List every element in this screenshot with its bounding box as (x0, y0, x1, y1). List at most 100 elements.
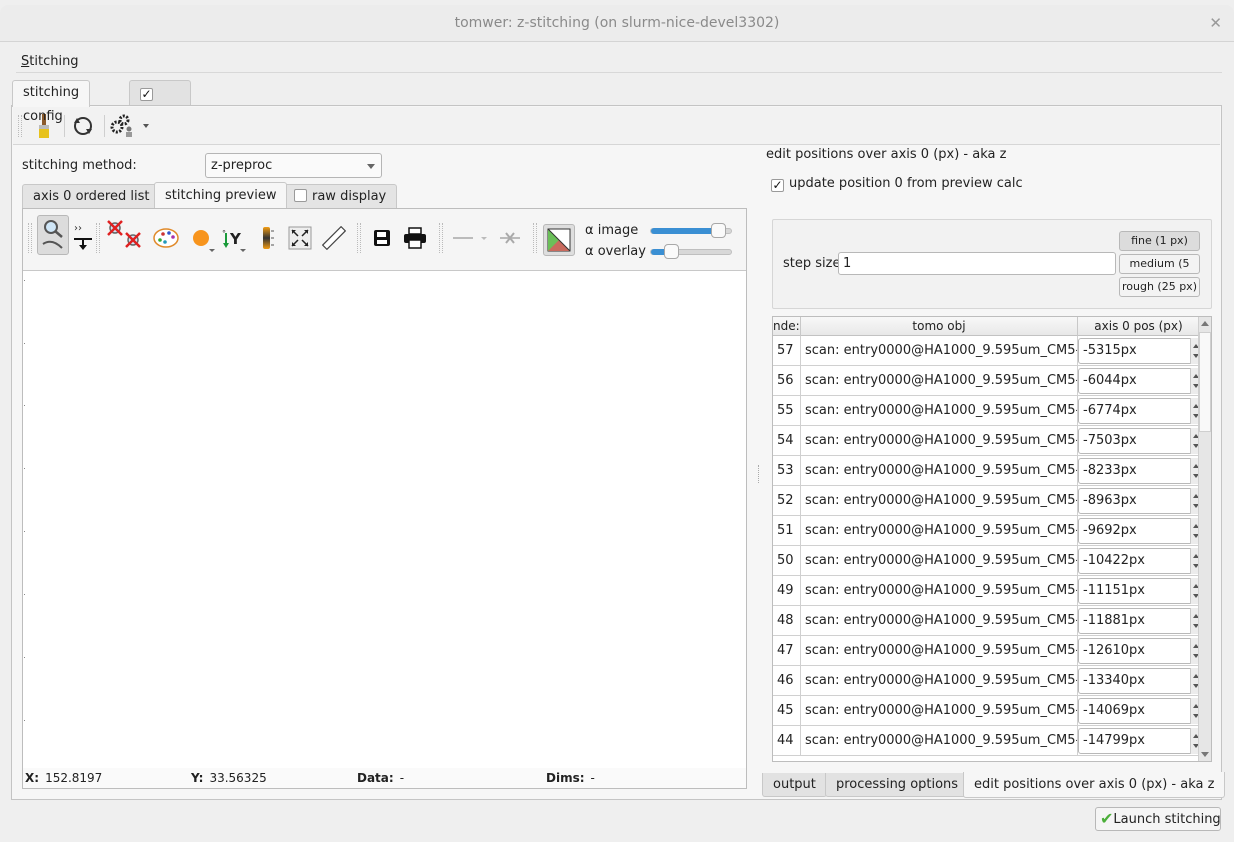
axis-pos-spinbox[interactable]: -13340px (1078, 668, 1193, 694)
tab-edit-positions[interactable]: edit positions over axis 0 (px) - aka z (963, 772, 1226, 798)
menu-stitching[interactable]: Stitching (16, 52, 84, 72)
axis-pos-spinbox[interactable]: -10422px (1078, 548, 1193, 574)
table-vertical-scrollbar[interactable] (1198, 317, 1211, 761)
step-size-input[interactable]: 1 (838, 252, 1116, 275)
axis-pos-spinbox[interactable]: -11881px (1078, 608, 1193, 634)
row-tomo-obj[interactable]: scan: entry0000@HA1000_9.595um_CM5-... (801, 636, 1078, 666)
update-position-checkbox[interactable]: ✓ (771, 179, 784, 192)
row-tomo-obj[interactable]: scan: entry0000@HA1000_9.595um_CM5-... (801, 726, 1078, 756)
tab-stitching-config[interactable]: stitching config (12, 80, 91, 124)
settings-gears-icon[interactable] (109, 111, 151, 141)
raw-display-checkbox[interactable] (294, 189, 307, 202)
row-tomo-obj[interactable]: scan: entry0000@HA1000_9.595um_CM5-... (801, 456, 1078, 486)
refresh-update-icon[interactable] (69, 111, 97, 141)
rough-step-button[interactable]: rough (25 px) (1119, 277, 1200, 297)
table-row[interactable]: 50 scan: entry0000@HA1000_9.595um_CM5-...… (773, 546, 1199, 576)
toolbar-grip[interactable] (18, 115, 22, 137)
axis-pos-spinbox[interactable]: -12610px (1078, 638, 1193, 664)
tab-stitching-preview[interactable]: stitching preview (154, 182, 288, 208)
row-tomo-obj[interactable]: scan: entry0000@HA1000_9.595um_CM5-... (801, 696, 1078, 726)
toolbar-grip[interactable] (28, 223, 32, 253)
colormap-palette-icon[interactable] (151, 223, 181, 253)
table-row[interactable]: 49 scan: entry0000@HA1000_9.595um_CM5-...… (773, 576, 1199, 606)
alpha-image-slider-handle[interactable] (711, 223, 727, 238)
stitching-method-select[interactable]: z-preproc (205, 153, 382, 178)
tab-output[interactable]: output (762, 773, 827, 797)
axis-pos-spinbox[interactable]: -5315px (1078, 338, 1193, 364)
fit-view-icon[interactable] (287, 223, 313, 253)
row-tomo-obj[interactable]: scan: entry0000@HA1000_9.595um_CM5-... (801, 366, 1078, 396)
toolbar-grip[interactable] (533, 223, 537, 253)
table-row[interactable] (773, 756, 1199, 761)
row-tomo-obj[interactable]: scan: entry0000@HA1000_9.595um_CM5-... (801, 546, 1078, 576)
column-header-axis-pos[interactable]: axis 0 pos (px) (1078, 317, 1199, 336)
row-tomo-obj[interactable]: scan: entry0000@HA1000_9.595um_CM5-... (801, 606, 1078, 636)
alpha-overlay-slider-handle[interactable] (664, 244, 679, 259)
table-row[interactable]: 56 scan: entry0000@HA1000_9.595um_CM5-...… (773, 366, 1199, 396)
table-row[interactable]: 45 scan: entry0000@HA1000_9.595um_CM5-...… (773, 696, 1199, 726)
row-tomo-obj[interactable]: scan: entry0000@HA1000_9.595um_CM5-... (801, 396, 1078, 426)
launch-stitching-button[interactable]: ✔Launch stitching (1095, 807, 1221, 831)
overlay-mask-icon[interactable] (543, 224, 575, 256)
plot-canvas[interactable] (23, 271, 746, 768)
row-tomo-obj[interactable]: scan: entry0000@HA1000_9.595um_CM5-... (801, 486, 1078, 516)
print-icon[interactable] (401, 223, 429, 253)
row-tomo-obj[interactable]: scan: entry0000@HA1000_9.595um_CM5-... (801, 336, 1078, 366)
table-row[interactable]: 52 scan: entry0000@HA1000_9.595um_CM5-...… (773, 486, 1199, 516)
toolbar-grip[interactable] (439, 223, 443, 253)
table-row[interactable]: 47 scan: entry0000@HA1000_9.595um_CM5-...… (773, 636, 1199, 666)
tab-axis-0-ordered-list[interactable]: axis 0 ordered list (22, 184, 161, 209)
update-position-checkbox-row[interactable]: ✓ update position 0 from preview calc (771, 176, 1023, 192)
marker-color-icon[interactable] (189, 223, 217, 253)
toolbar-grip[interactable] (357, 223, 361, 253)
axis-pos-spinbox[interactable]: -6774px (1078, 398, 1193, 424)
y-axis-invert-icon[interactable]: ° Y (221, 223, 249, 253)
axis-pos-spinbox[interactable]: -8963px (1078, 488, 1193, 514)
splitter-handle[interactable] (758, 465, 760, 483)
tab-slurm-config[interactable]: ✓slurm config (129, 80, 191, 148)
table-row[interactable]: 53 scan: entry0000@HA1000_9.595um_CM5-...… (773, 456, 1199, 486)
table-row[interactable]: 48 scan: entry0000@HA1000_9.595um_CM5-...… (773, 606, 1199, 636)
scrollbar-thumb[interactable] (1199, 332, 1211, 432)
fine-step-button[interactable]: fine (1 px) (1119, 231, 1200, 251)
axis-pos-spinbox[interactable]: -14799px (1078, 728, 1193, 754)
alpha-image-label: α image (585, 223, 639, 238)
y-readout: Y: 33.56325 (191, 771, 267, 785)
close-icon[interactable]: ✕ (1209, 5, 1222, 42)
alpha-overlay-slider[interactable] (650, 244, 732, 259)
table-row[interactable]: 44 scan: entry0000@HA1000_9.595um_CM5-...… (773, 726, 1199, 756)
table-row[interactable]: 57 scan: entry0000@HA1000_9.595um_CM5-...… (773, 336, 1199, 366)
pan-mode-icon[interactable]: ›› (71, 219, 95, 253)
tab-raw-display[interactable]: raw display (283, 184, 398, 209)
column-header-index[interactable]: nde: (773, 317, 801, 336)
axis-pos-spinbox[interactable]: -9692px (1078, 518, 1193, 544)
toolbar-grip[interactable] (96, 223, 100, 253)
row-tomo-obj[interactable]: scan: entry0000@HA1000_9.595um_CM5-... (801, 516, 1078, 546)
colorbar-icon[interactable] (257, 223, 279, 253)
table-row[interactable]: 51 scan: entry0000@HA1000_9.595um_CM5-...… (773, 516, 1199, 546)
row-tomo-obj[interactable]: scan: entry0000@HA1000_9.595um_CM5-... (801, 426, 1078, 456)
zoom-mode-icon[interactable] (37, 215, 69, 255)
scroll-up-arrow-icon[interactable] (1201, 321, 1209, 326)
axis-pos-spinbox[interactable]: -8233px (1078, 458, 1193, 484)
ruler-icon[interactable] (321, 223, 347, 253)
reset-zoom-icon[interactable] (105, 219, 143, 253)
row-tomo-obj[interactable]: scan: entry0000@HA1000_9.595um_CM5-... (801, 666, 1078, 696)
alpha-image-slider[interactable] (650, 223, 732, 238)
slurm-config-checkbox[interactable]: ✓ (140, 88, 153, 101)
table-row[interactable]: 46 scan: entry0000@HA1000_9.595um_CM5-...… (773, 666, 1199, 696)
tab-processing-options[interactable]: processing options (825, 773, 970, 797)
toolbar-separator (104, 115, 105, 137)
row-tomo-obj[interactable]: scan: entry0000@HA1000_9.595um_CM5-... (801, 576, 1078, 606)
table-row[interactable]: 55 scan: entry0000@HA1000_9.595um_CM5-...… (773, 396, 1199, 426)
scroll-down-arrow-icon[interactable] (1201, 752, 1209, 757)
axis-pos-spinbox[interactable]: -11151px (1078, 578, 1193, 604)
medium-step-button[interactable]: medium (5 px) (1119, 254, 1200, 288)
axis-pos-spinbox[interactable]: -7503px (1078, 428, 1193, 454)
column-header-tomo-obj[interactable]: tomo obj (801, 317, 1078, 336)
table-row[interactable]: 54 scan: entry0000@HA1000_9.595um_CM5-...… (773, 426, 1199, 456)
axis-pos-spinbox[interactable]: -6044px (1078, 368, 1193, 394)
axis-pos-spinbox[interactable]: -14069px (1078, 698, 1193, 724)
toolbar-separator (64, 115, 65, 137)
save-icon[interactable] (369, 223, 395, 253)
